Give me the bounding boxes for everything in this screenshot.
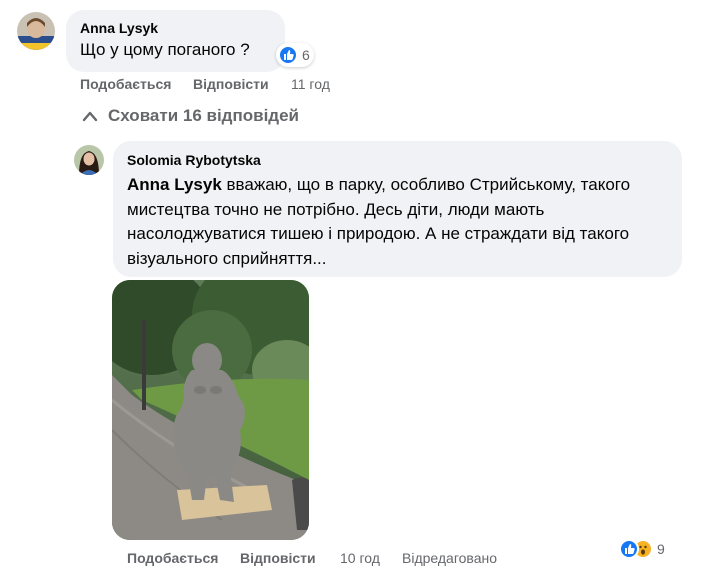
avatar-solomia-rybotytska[interactable] (74, 145, 104, 175)
reply-photo-attachment[interactable] (112, 280, 309, 540)
comment-author[interactable]: Anna Lysyk (80, 20, 158, 36)
avatar-anna-lysyk[interactable] (17, 12, 55, 50)
hide-replies-button[interactable]: Сховати 16 відповідей (82, 106, 299, 126)
reply-reactions[interactable]: 9 (617, 537, 669, 561)
comment-timestamp[interactable]: 11 год (291, 76, 330, 92)
comment-text: Що у цому поганого ? (80, 40, 250, 59)
chevron-up-icon (82, 111, 98, 122)
reply-mention[interactable]: Anna Lysyk (127, 175, 222, 194)
comment-reaction-count: 6 (302, 47, 310, 63)
reply-text: Anna Lysyk вважаю, що в парку, особливо … (127, 173, 667, 271)
comment-like-button[interactable]: Подобається (80, 76, 171, 92)
like-reaction-icon (278, 45, 298, 65)
like-reaction-icon (619, 539, 639, 559)
reply-timestamp[interactable]: 10 год (340, 550, 380, 566)
reply-author[interactable]: Solomia Rybotytska (127, 152, 261, 168)
statue-photo (112, 280, 309, 540)
reply-like-button[interactable]: Подобається (127, 550, 218, 566)
hide-replies-label: Сховати 16 відповідей (108, 106, 299, 125)
reply-reply-button[interactable]: Відповісти (240, 550, 316, 566)
reply-edited-label[interactable]: Відредаговано (402, 550, 497, 566)
reply-reaction-count: 9 (657, 541, 665, 557)
comment-reactions[interactable]: 6 (276, 43, 314, 67)
comment-reply-button[interactable]: Відповісти (193, 76, 269, 92)
